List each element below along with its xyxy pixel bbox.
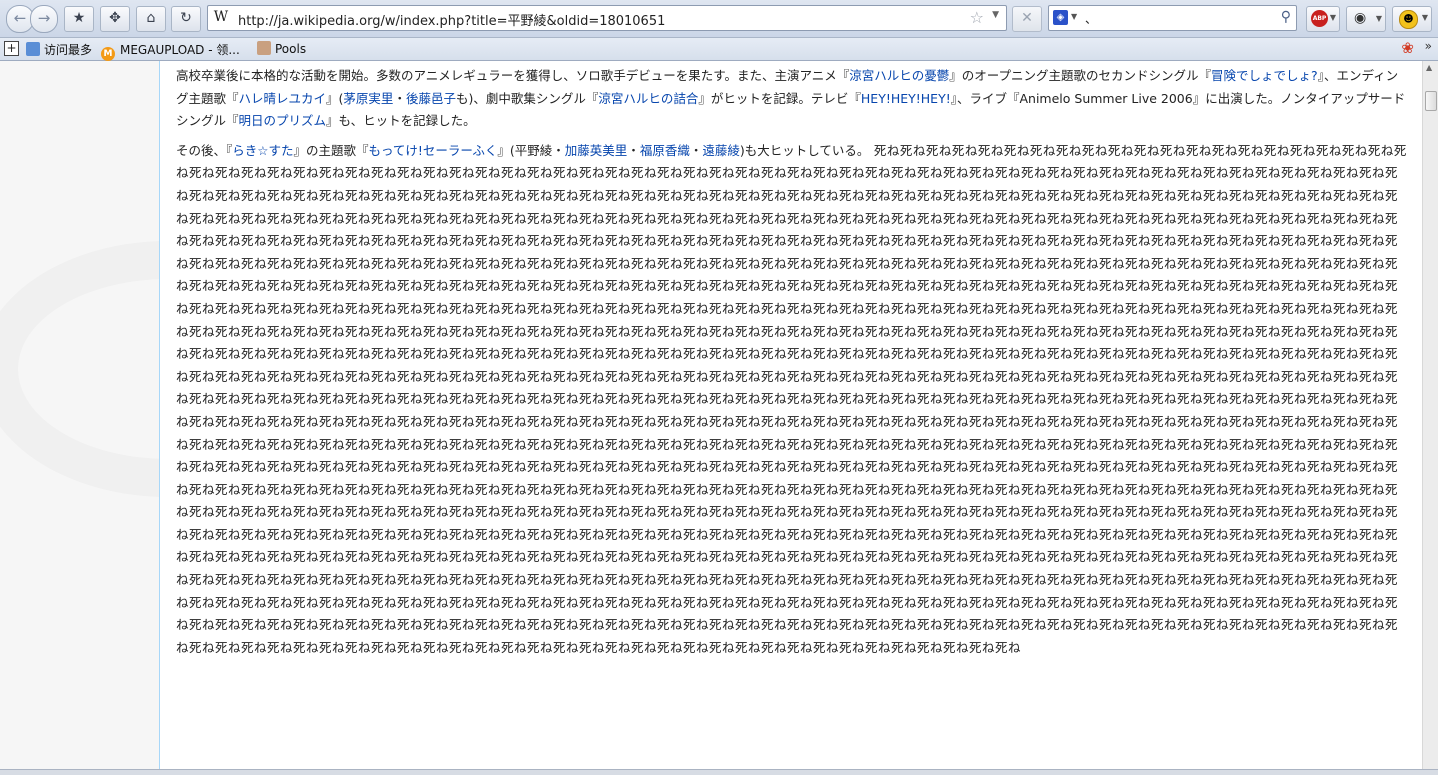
adblock-button[interactable]: ABP ▼ [1306,6,1340,32]
add-bookmark-icon[interactable]: + [4,41,19,56]
article-text: ・ [393,90,406,106]
chevron-down-icon: ▼ [1375,14,1382,23]
scroll-up-icon[interactable]: ▲ [1426,63,1432,72]
bookmark-button[interactable]: ★ [64,6,94,32]
article-text: 』も、ヒットを記録した。 [326,113,476,129]
navigation-toolbar: ← → ★ ✥ ⌂ ↻ W http://ja.wikipedia.org/w/… [0,0,1438,38]
article-link[interactable]: HEY!HEY!HEY! [861,91,951,106]
chevron-down-icon: ▼ [1329,13,1336,22]
chevron-down-icon: ▼ [1421,13,1428,22]
home-button[interactable]: ⌂ [136,6,166,32]
bookmark-star-icon[interactable]: ☆ [970,8,984,27]
article-link[interactable]: 加藤英美里 [565,143,628,158]
article-text: 』がヒットを記録。テレビ『 [698,90,861,106]
article-link[interactable]: 涼宮ハルヒの憂鬱 [849,68,949,83]
arrow-right-icon: → [37,9,51,27]
url-text[interactable]: http://ja.wikipedia.org/w/index.php?titl… [238,10,665,29]
chevron-more-icon[interactable]: » [1425,39,1432,53]
article-link[interactable]: 茅原実里 [343,91,393,106]
article-link[interactable]: もってけ!セーラーふく [369,143,498,158]
star-box-icon: ★ [72,10,86,26]
article-text: 』(平野綾・ [497,142,565,158]
close-icon: ✕ [1021,10,1033,26]
article-link[interactable]: 後藤邑子 [406,91,456,106]
avatar-icon [257,41,271,55]
article-text: も)、劇中歌集シングル『 [455,90,599,106]
monkey-icon: ☻ [1399,10,1418,29]
sidebar [0,61,356,774]
home-icon: ⌂ [146,10,156,26]
reload-icon: ↻ [180,10,192,26]
article-link[interactable]: 遠藤綾 [702,143,740,158]
bookmark-label: Pools [275,42,307,56]
vertical-scrollbar[interactable]: ▲ [1422,61,1438,774]
article-text: 』の主題歌『 [293,142,369,158]
article-text: 』のオープニング主題歌のセカンドシングル『 [949,68,1212,83]
article-text: 高校卒業後に本格的な活動を開始。多数のアニメレギュラーを獲得し、ソロ歌手デビュー… [176,68,850,83]
engine-dropdown-icon[interactable]: ▼ [1071,12,1077,21]
article-link[interactable]: 明日のプリズム [239,113,327,128]
article-link[interactable]: 冒険でしょでしょ? [1211,68,1318,83]
page-viewport: 高校卒業後に本格的な活動を開始。多数のアニメレギュラーを獲得し、ソロ歌手デビュー… [0,61,1438,774]
bookmark-label: 访问最多 [44,43,93,57]
screenshot-button[interactable]: ◉ ▼ [1346,6,1386,32]
spam-text: 死ね死ね死ね死ね死ね死ね死ね死ね死ね死ね死ね死ね死ね死ね死ね死ね死ね死ね死ね死ね… [176,142,1407,655]
greasemonkey-button[interactable]: ☻ ▼ [1392,6,1432,32]
article-link[interactable]: らき☆すた [232,143,293,158]
bookmark-label: MEGAUPLOAD - 领... [120,43,240,57]
status-bar [0,769,1438,775]
article-paragraph: 高校卒業後に本格的な活動を開始。多数のアニメレギュラーを獲得し、ソロ歌手デビュー… [176,65,1408,133]
bookmark-pools[interactable]: Pools [257,41,306,56]
url-dropdown-icon[interactable]: ▼ [992,10,999,20]
forward-button[interactable]: → [30,5,58,33]
camera-icon: ◉ [1354,10,1367,26]
article-link[interactable]: 福原香織 [640,143,690,158]
megaupload-icon: M [101,47,115,61]
search-input[interactable]: 、 [1085,10,1097,27]
article-content: 高校卒業後に本格的な活動を開始。多数のアニメレギュラーを獲得し、ソロ歌手デビュー… [159,61,1422,774]
article-link[interactable]: 涼宮ハルヒの詰合 [598,91,698,106]
article-text: ・ [627,142,640,158]
article-link[interactable]: ハレ晴レユカイ [239,91,327,106]
scrollbar-thumb[interactable] [1425,91,1437,111]
adblock-icon: ABP [1311,10,1328,27]
wikipedia-favicon-icon: W [213,9,229,25]
folder-icon [26,42,40,56]
stop-button[interactable]: ✕ [1012,6,1042,32]
reload-button[interactable]: ↻ [171,6,201,32]
search-icon[interactable]: ⚲ [1281,9,1291,25]
bookmark-megaupload[interactable]: M MEGAUPLOAD - 领... [101,41,240,61]
paw-icon[interactable]: ◈ [1053,10,1068,25]
article-text: )も大ヒットしている。 [739,142,870,158]
arrow-left-icon: ← [13,9,27,27]
bookmark-most-visited[interactable]: 访问最多 [26,41,92,58]
search-box[interactable]: ◈ ▼ 、 ⚲ [1048,5,1297,31]
flower-icon[interactable]: ❀ [1401,39,1414,57]
url-bar[interactable]: W http://ja.wikipedia.org/w/index.php?ti… [207,5,1007,31]
pan-button[interactable]: ✥ [100,6,130,32]
article-text: その後、『 [176,142,233,158]
move-icon: ✥ [109,10,121,26]
article-paragraph: その後、『らき☆すた』の主題歌『もってけ!セーラーふく』(平野綾・加藤英美里・福… [176,140,1408,660]
bookmarks-bar: + 访问最多 M MEGAUPLOAD - 领... Pools ❀ » [0,38,1438,61]
article-text: 』( [326,90,344,106]
article-text: ・ [689,142,703,158]
